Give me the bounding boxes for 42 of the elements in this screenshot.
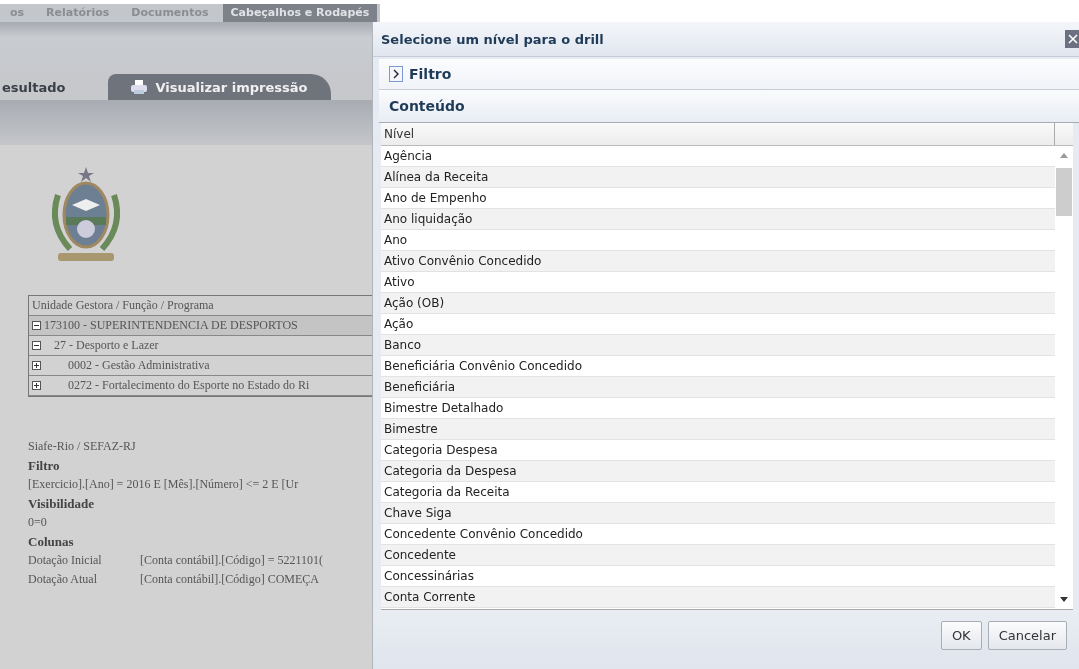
tree-row-label: 27 - Desporto e Lazer	[54, 338, 159, 353]
section-header: Conteúdo	[389, 98, 465, 114]
column-name: Dotação Atual	[28, 571, 98, 588]
tree-row-label: 173100 - SUPERINTENDENCIA DE DESPORTOS	[44, 318, 298, 333]
list-item[interactable]: Beneficiária	[381, 377, 1055, 398]
expand-icon[interactable]	[32, 381, 41, 390]
view-tab[interactable]: Visualizar impressão	[107, 74, 332, 100]
chevron-icon[interactable]	[389, 66, 403, 82]
list-item[interactable]: Ano liquidação	[381, 209, 1055, 230]
list-item[interactable]: Ação (OB)	[381, 293, 1055, 314]
collapse-icon[interactable]	[32, 341, 41, 350]
cancel-button[interactable]: Cancelar	[987, 621, 1067, 650]
list-item[interactable]: Ativo Convênio Concedido	[381, 251, 1055, 272]
report-text: Filtro	[28, 457, 61, 475]
column-rule: [Conta contábil].[Código] = 5221101(	[140, 552, 323, 569]
list-item[interactable]: Alínea da Receita	[381, 167, 1055, 188]
scroll-up-icon[interactable]	[1060, 152, 1068, 158]
scroll-down-icon[interactable]	[1060, 597, 1068, 603]
list-item[interactable]: Conta Corrente	[381, 587, 1055, 608]
tree-row-label: 0002 - Gestão Administrativa	[68, 358, 210, 373]
ok-button[interactable]: OK	[940, 621, 982, 650]
tree-row-label: 0272 - Fortalecimento do Esporte no Estado do Ri	[68, 378, 310, 393]
collapse-icon[interactable]	[32, 321, 41, 330]
list-item[interactable]: Categoria da Despesa	[381, 461, 1055, 482]
scrollbar-thumb[interactable]	[1056, 168, 1072, 216]
close-icon[interactable]	[1065, 30, 1079, 48]
list-item[interactable]: Banco	[381, 335, 1055, 356]
dialog-title: Selecione um nível para o drill	[381, 31, 605, 47]
list-item[interactable]: Concedente	[381, 545, 1055, 566]
report-text: 0=0	[28, 514, 48, 531]
section-header[interactable]: Filtro	[409, 66, 452, 82]
column-rule: [Conta contábil].[Código] COMEÇA	[140, 571, 319, 588]
view-tab[interactable]: esultado	[0, 74, 90, 100]
report-text: Colunas	[28, 533, 75, 551]
report-text: Siafe-Rio / SEFAZ-RJ	[28, 438, 137, 455]
list-item[interactable]: Bimestre	[381, 419, 1055, 440]
list-item[interactable]: Chave Siga	[381, 503, 1055, 524]
expand-icon[interactable]	[32, 361, 41, 370]
report-text: Visibilidade	[28, 495, 95, 513]
report-text: [Exercicio].[Ano] = 2016 E [Mês].[Número] <= 2 E [Ur	[28, 476, 300, 493]
printer-icon	[129, 79, 148, 95]
column-name: Dotação Inicial	[28, 552, 103, 569]
